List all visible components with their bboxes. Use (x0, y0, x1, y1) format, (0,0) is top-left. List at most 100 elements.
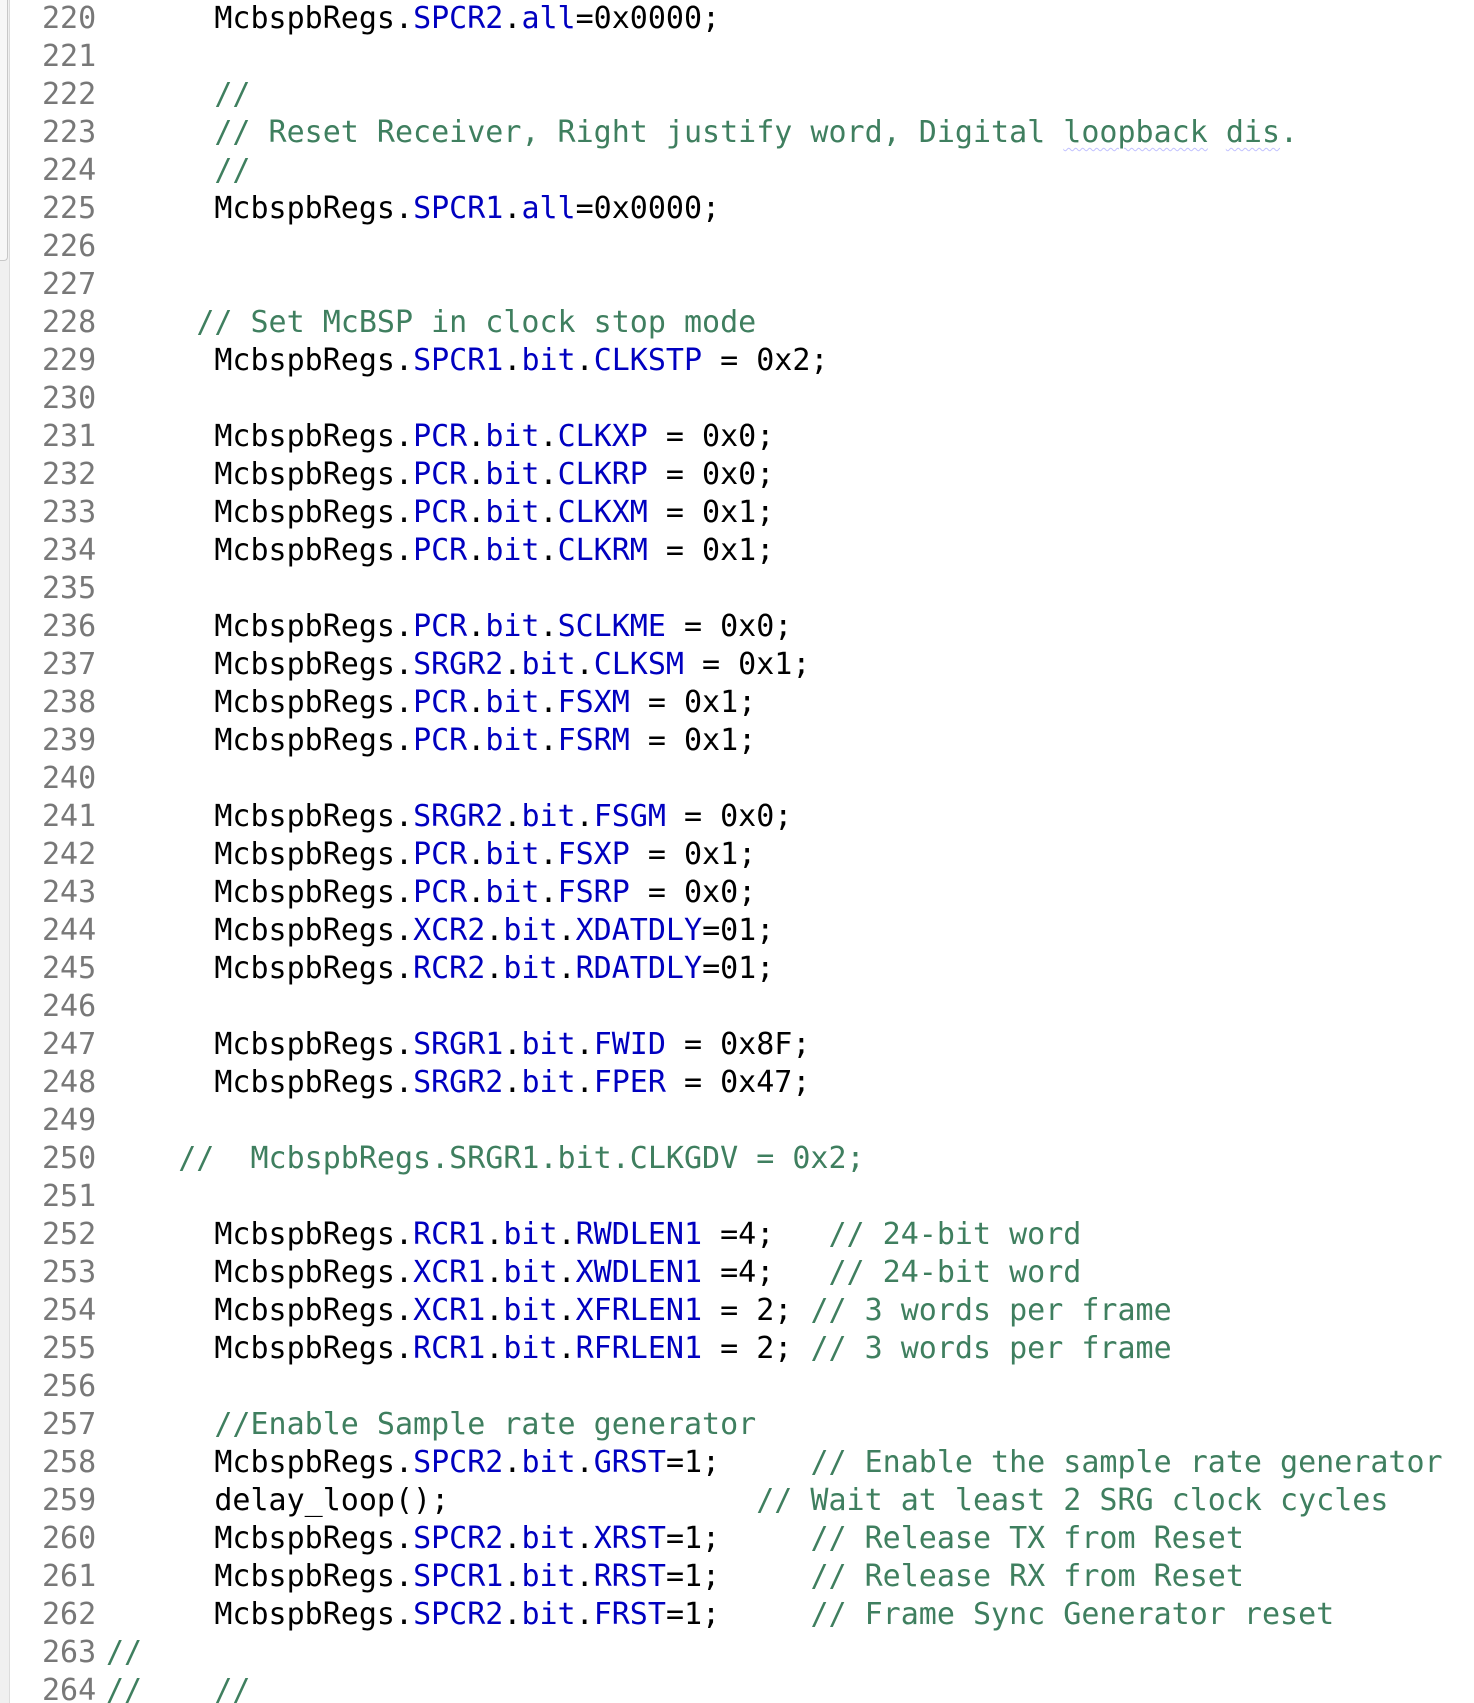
code-line[interactable]: 252 McbspbRegs.RCR1.bit.RWDLEN1 =4; // 2… (0, 1216, 1474, 1254)
code-text: McbspbRegs.PCR.bit.SCLKME = 0x0; (106, 608, 792, 646)
code-line[interactable]: 232 McbspbRegs.PCR.bit.CLKRP = 0x0; (0, 456, 1474, 494)
code-line[interactable]: 220 McbspbRegs.SPCR2.all=0x0000; (0, 0, 1474, 38)
code-text: McbspbRegs.XCR2.bit.XDATDLY=01; (106, 912, 774, 950)
code-line[interactable]: 262 McbspbRegs.SPCR2.bit.FRST=1; // Fram… (0, 1596, 1474, 1634)
code-token: =4; (702, 1217, 829, 1252)
code-editor[interactable]: 220 McbspbRegs.SPCR2.all=0x0000; 221 222 /… (0, 0, 1474, 1703)
code-line[interactable]: 235 (0, 570, 1474, 608)
code-line[interactable]: 246 (0, 988, 1474, 1026)
code-comment: // (214, 77, 251, 112)
code-text: McbspbRegs.SPCR2.bit.FRST=1; // Frame Sy… (106, 1596, 1334, 1634)
code-token: McbspbRegs. (214, 343, 414, 378)
code-line[interactable]: 243 McbspbRegs.PCR.bit.FSRP = 0x0; (0, 874, 1474, 912)
code-line[interactable]: 228 // Set McBSP in clock stop mode (0, 304, 1474, 342)
line-number: 221 (42, 39, 97, 74)
code-line[interactable]: 255 McbspbRegs.RCR1.bit.RFRLEN1 = 2; // … (0, 1330, 1474, 1368)
code-line[interactable]: 250 // McbspbRegs.SRGR1.bit.CLKGDV = 0x2… (0, 1140, 1474, 1178)
code-line[interactable]: 247 McbspbRegs.SRGR1.bit.FWID = 0x8F; (0, 1026, 1474, 1064)
line-number: 252 (42, 1217, 97, 1252)
code-token: = 0x1; (647, 495, 775, 530)
code-line[interactable]: 225 McbspbRegs.SPCR1.all=0x0000; (0, 190, 1474, 228)
code-field: SPCR1 (413, 1559, 504, 1594)
code-token: McbspbRegs. (214, 913, 414, 948)
code-line[interactable]: 239 McbspbRegs.PCR.bit.FSRM = 0x1; (0, 722, 1474, 760)
code-line[interactable]: 222 // (0, 76, 1474, 114)
code-token: . (539, 875, 558, 910)
code-line[interactable]: 249 (0, 1102, 1474, 1140)
code-text: // (106, 152, 250, 190)
code-line[interactable]: 242 McbspbRegs.PCR.bit.FSXP = 0x1; (0, 836, 1474, 874)
code-line[interactable]: 248 McbspbRegs.SRGR2.bit.FPER = 0x47; (0, 1064, 1474, 1102)
code-token: . (539, 723, 558, 758)
code-line[interactable]: 258 McbspbRegs.SPCR2.bit.GRST=1; // Enab… (0, 1444, 1474, 1482)
code-field: RFRLEN1 (575, 1331, 703, 1366)
code-line[interactable]: 238 McbspbRegs.PCR.bit.FSXM = 0x1; (0, 684, 1474, 722)
line-number: 253 (42, 1255, 97, 1290)
line-number: 240 (42, 761, 97, 796)
code-token: . (539, 609, 558, 644)
code-line[interactable]: 240 (0, 760, 1474, 798)
code-line[interactable]: 224 // (0, 152, 1474, 190)
code-text: McbspbRegs.SRGR2.bit.FSGM = 0x0; (106, 798, 792, 836)
code-line[interactable]: 227 (0, 266, 1474, 304)
code-line[interactable]: 237 McbspbRegs.SRGR2.bit.CLKSM = 0x1; (0, 646, 1474, 684)
code-line[interactable]: 251 (0, 1178, 1474, 1216)
code-line[interactable]: 230 (0, 380, 1474, 418)
code-line[interactable]: 241 McbspbRegs.SRGR2.bit.FSGM = 0x0; (0, 798, 1474, 836)
code-line[interactable]: 231 McbspbRegs.PCR.bit.CLKXP = 0x0; (0, 418, 1474, 456)
code-line[interactable]: 233 McbspbRegs.PCR.bit.CLKXM = 0x1; (0, 494, 1474, 532)
code-token: . (467, 533, 486, 568)
code-line[interactable]: 221 (0, 38, 1474, 76)
line-number: 232 (42, 457, 97, 492)
code-token: . (485, 1293, 504, 1328)
code-token: McbspbRegs. (214, 1217, 414, 1252)
code-field: XRST (593, 1521, 666, 1556)
code-field: FSRP (557, 875, 630, 910)
code-token: McbspbRegs. (214, 1559, 414, 1594)
code-line[interactable]: 263 // (0, 1634, 1474, 1672)
code-field: bit (503, 1293, 558, 1328)
code-lines: 220 McbspbRegs.SPCR2.all=0x0000; 221 222 /… (0, 0, 1474, 1703)
code-field: CLKXM (557, 495, 648, 530)
code-line[interactable]: 236 McbspbRegs.PCR.bit.SCLKME = 0x0; (0, 608, 1474, 646)
code-line[interactable]: 254 McbspbRegs.XCR1.bit.XFRLEN1 = 2; // … (0, 1292, 1474, 1330)
code-token: . (503, 1, 522, 36)
code-line[interactable]: 244 McbspbRegs.XCR2.bit.XDATDLY=01; (0, 912, 1474, 950)
code-token: McbspbRegs. (214, 1027, 414, 1062)
code-line[interactable]: 256 (0, 1368, 1474, 1406)
code-token: . (539, 533, 558, 568)
code-text: McbspbRegs.PCR.bit.CLKRM = 0x1; (106, 532, 774, 570)
code-token: . (485, 951, 504, 986)
code-line[interactable]: 234 McbspbRegs.PCR.bit.CLKRM = 0x1; (0, 532, 1474, 570)
code-line[interactable]: 259 delay_loop(); // Wait at least 2 SRG… (0, 1482, 1474, 1520)
code-line[interactable]: 245 McbspbRegs.RCR2.bit.RDATDLY=01; (0, 950, 1474, 988)
code-token: = 0x0; (665, 609, 793, 644)
code-line[interactable]: 257 //Enable Sample rate generator (0, 1406, 1474, 1444)
code-token: . (485, 1255, 504, 1290)
code-line[interactable]: 223 // Reset Receiver, Right justify wor… (0, 114, 1474, 152)
code-line[interactable]: 264 // // (0, 1672, 1474, 1703)
code-text: McbspbRegs.PCR.bit.FSRP = 0x0; (106, 874, 756, 912)
line-number: 245 (42, 951, 97, 986)
code-line[interactable]: 229 McbspbRegs.SPCR1.bit.CLKSTP = 0x2; (0, 342, 1474, 380)
code-line[interactable]: 260 McbspbRegs.SPCR2.bit.XRST=1; // Rele… (0, 1520, 1474, 1558)
code-token: =1; (665, 1597, 811, 1632)
line-number: 249 (42, 1103, 97, 1138)
code-line[interactable]: 253 McbspbRegs.XCR1.bit.XWDLEN1 =4; // 2… (0, 1254, 1474, 1292)
code-token: McbspbRegs. (214, 1293, 414, 1328)
code-line[interactable]: 261 McbspbRegs.SPCR1.bit.RRST=1; // Rele… (0, 1558, 1474, 1596)
code-field: FSXP (557, 837, 630, 872)
code-token: . (467, 609, 486, 644)
code-token: =0x0000; (575, 191, 721, 226)
code-token: = 2; (702, 1331, 811, 1366)
code-line[interactable]: 226 (0, 228, 1474, 266)
